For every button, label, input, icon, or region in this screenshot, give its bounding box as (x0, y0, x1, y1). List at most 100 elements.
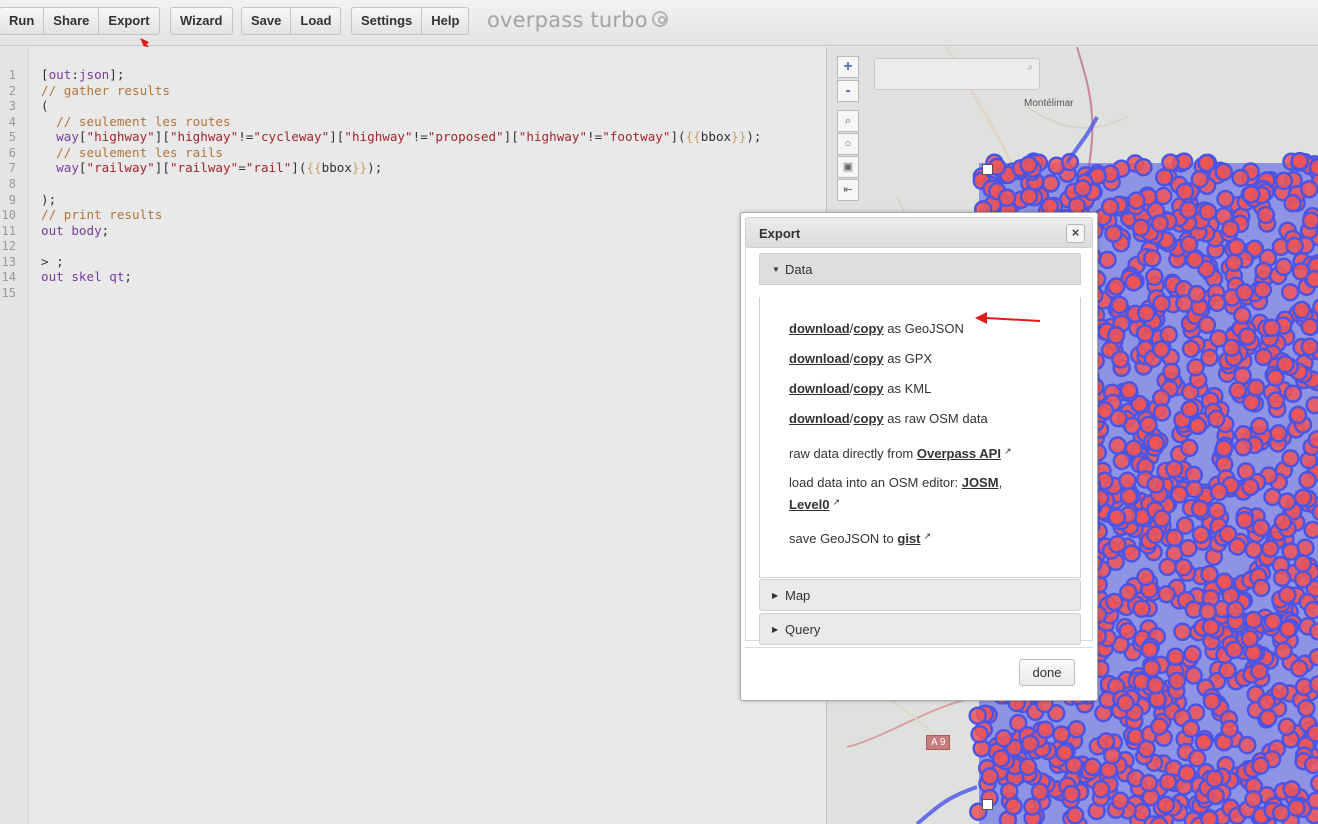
data-point (1140, 640, 1159, 660)
josm-link[interactable]: JOSM (962, 475, 999, 490)
data-point (1127, 191, 1146, 210)
data-point (1159, 325, 1179, 344)
bbox-handle-bottom[interactable] (982, 799, 993, 810)
data-point (1135, 324, 1155, 343)
data-point (1309, 774, 1318, 793)
section-query-header[interactable]: ▶ Query (759, 613, 1081, 645)
run-button[interactable]: Run (0, 8, 45, 34)
triangle-down-icon: ▼ (772, 265, 780, 274)
data-point (1132, 599, 1151, 618)
osm-editor-label: load data into an OSM editor: (789, 475, 962, 490)
data-point (1233, 306, 1252, 325)
data-point (1139, 415, 1158, 435)
data-point (1119, 381, 1139, 400)
data-point (1179, 200, 1198, 220)
data-point (1200, 809, 1219, 824)
data-point (1019, 155, 1038, 175)
data-point (1274, 171, 1294, 191)
data-point (1297, 698, 1316, 718)
data-point (1262, 318, 1281, 338)
section-data-label: Data (785, 262, 813, 277)
data-point (1157, 584, 1176, 604)
download-gpx-link[interactable]: download (789, 351, 850, 366)
line-number: 2 (8, 84, 16, 98)
copy-osm-link[interactable]: copy (853, 411, 883, 426)
target-icon[interactable]: ▣ (837, 156, 859, 178)
data-point (1105, 592, 1124, 612)
data-point (1052, 725, 1071, 744)
data-point (1162, 362, 1181, 381)
close-button[interactable]: × (1066, 224, 1085, 243)
data-point (1146, 433, 1166, 453)
data-point (1241, 185, 1261, 204)
code-editor[interactable]: 1 2 3 4 5 6 7 8 9 10 11 12 13 14 15 [out:json]; // gat… (0, 47, 826, 824)
code-line-3: ( (41, 98, 49, 113)
data-point (1293, 554, 1313, 573)
data-point (1166, 647, 1185, 666)
gist-label: save GeoJSON to (789, 531, 898, 546)
code-line-4: // seulement les routes (56, 114, 231, 129)
dialog-footer: done (745, 647, 1093, 697)
data-point (1190, 169, 1210, 189)
circle-icon[interactable]: ○ (837, 133, 859, 155)
data-point (1285, 236, 1304, 256)
data-point (1065, 806, 1085, 824)
data-point (1145, 267, 1164, 287)
data-point (968, 706, 987, 725)
share-button[interactable]: Share (44, 8, 100, 34)
overpass-api-link[interactable]: Overpass API (917, 446, 1001, 461)
data-point (1277, 717, 1297, 736)
data-point (1175, 516, 1195, 535)
dialog-titlebar[interactable]: Export × (745, 217, 1093, 248)
save-button[interactable]: Save (242, 8, 292, 34)
map-place-label: Montélimar (1024, 98, 1074, 109)
data-point (1311, 503, 1318, 522)
magnifier-icon[interactable]: ⌕ (837, 110, 859, 132)
data-point (994, 729, 1014, 748)
code-line-11: out body; (41, 223, 110, 238)
export-format-label: as KML (883, 381, 932, 396)
done-button[interactable]: done (1019, 659, 1075, 686)
settings-button[interactable]: Settings (352, 8, 423, 34)
data-point (1287, 798, 1306, 817)
copy-geojson-link[interactable]: copy (853, 321, 883, 336)
code-line-9: ); (41, 192, 57, 207)
data-point (1194, 732, 1214, 752)
data-point (1206, 786, 1225, 806)
data-point (1257, 692, 1276, 712)
level0-link[interactable]: Level0 (789, 497, 829, 512)
section-data-header[interactable]: ▼ Data (759, 253, 1081, 285)
steering-wheel-icon (651, 11, 668, 27)
brand-title: overpass turbo (487, 8, 648, 32)
copy-kml-link[interactable]: copy (853, 381, 883, 396)
data-point (1228, 537, 1247, 556)
help-button[interactable]: Help (422, 8, 468, 34)
fit-bounds-icon[interactable]: ⇤ (837, 179, 859, 201)
bbox-handle-top[interactable] (982, 164, 993, 175)
gist-link[interactable]: gist (897, 531, 920, 546)
zoom-in-button[interactable]: + (837, 56, 859, 78)
data-point (1227, 237, 1246, 257)
data-point (1191, 525, 1211, 544)
download-osm-link[interactable]: download (789, 411, 850, 426)
section-map-header[interactable]: ▶ Map (759, 579, 1081, 611)
data-point (1250, 416, 1269, 436)
data-point (1237, 735, 1257, 755)
data-point (1073, 179, 1092, 198)
raw-data-row: raw data directly from Overpass API ↗ (789, 446, 1011, 461)
download-geojson-link[interactable]: download (789, 321, 850, 336)
data-point (1301, 211, 1318, 230)
export-button[interactable]: Export (99, 8, 158, 34)
data-point (1062, 784, 1081, 804)
line-number: 12 (1, 239, 16, 253)
data-point (1266, 368, 1285, 387)
copy-gpx-link[interactable]: copy (853, 351, 883, 366)
load-button[interactable]: Load (291, 8, 340, 34)
wizard-button[interactable]: Wizard (171, 8, 232, 34)
zoom-out-button[interactable]: - (837, 80, 859, 102)
map-search-input[interactable]: ⌕ (874, 58, 1040, 90)
download-kml-link[interactable]: download (789, 381, 850, 396)
data-point (1306, 791, 1318, 810)
data-point (1181, 339, 1201, 359)
data-point (1139, 773, 1159, 793)
